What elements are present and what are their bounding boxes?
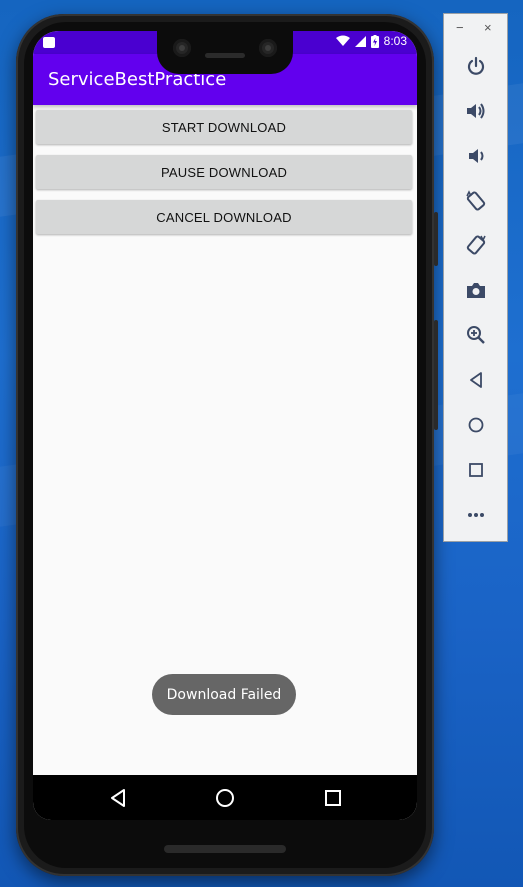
status-time: 8:03	[383, 34, 407, 48]
power-icon[interactable]	[464, 54, 488, 78]
close-button[interactable]: ×	[484, 21, 492, 35]
volume-down-icon[interactable]	[464, 144, 488, 168]
emulator-toolbar: − ×	[443, 13, 508, 542]
camera-notch	[157, 31, 293, 74]
navigation-bar	[33, 775, 417, 820]
earpiece-speaker	[205, 53, 245, 58]
zoom-icon[interactable]	[464, 323, 488, 347]
cancel-download-button[interactable]: CANCEL DOWNLOAD	[36, 200, 412, 234]
signal-icon	[354, 35, 366, 47]
notification-icon	[43, 37, 55, 48]
minimize-button[interactable]: −	[456, 21, 464, 35]
start-download-button[interactable]: START DOWNLOAD	[36, 110, 412, 144]
device-screen: 8:03 ServiceBestPractice START DOWNLOAD …	[33, 31, 417, 820]
phone-chin-speaker	[164, 845, 286, 853]
volume-up-icon[interactable]	[464, 99, 488, 123]
rotate-left-icon[interactable]	[464, 189, 488, 213]
volume-rocker	[434, 212, 438, 266]
battery-charging-icon	[370, 34, 379, 48]
toolbar-titlebar: − ×	[444, 14, 507, 44]
recents-icon[interactable]	[322, 787, 344, 809]
power-side-button	[434, 320, 438, 430]
more-icon[interactable]	[464, 503, 488, 527]
overview-icon[interactable]	[464, 458, 488, 482]
back-icon[interactable]	[464, 368, 488, 392]
camera-icon[interactable]	[464, 278, 488, 302]
home-icon[interactable]	[214, 787, 236, 809]
wifi-icon	[335, 35, 350, 47]
front-camera-icon	[173, 39, 191, 57]
back-icon[interactable]	[107, 787, 129, 809]
rotate-right-icon[interactable]	[464, 233, 488, 257]
toast-message: Download Failed	[152, 674, 296, 715]
pause-download-button[interactable]: PAUSE DOWNLOAD	[36, 155, 412, 189]
home-icon[interactable]	[464, 413, 488, 437]
front-sensor-icon	[259, 39, 277, 57]
